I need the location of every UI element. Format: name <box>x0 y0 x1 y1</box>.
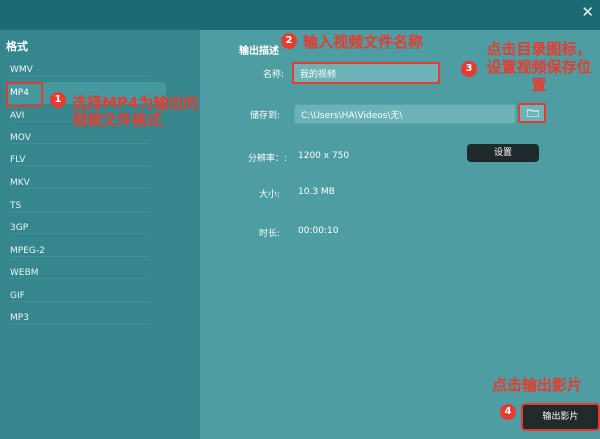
format-item-mpeg2[interactable]: MPEG-2 <box>10 246 150 257</box>
resolution-label: 分辨率：: <box>248 154 288 164</box>
annotation-2-text: 输入视频文件名称 <box>303 33 424 51</box>
close-icon[interactable]: ✕ <box>581 3 594 21</box>
save-path-input[interactable]: C:\Users\HA\Videos\无\ <box>294 104 516 124</box>
folder-icon <box>527 109 539 117</box>
annotation-4-text: 点击输出影片 <box>492 376 583 394</box>
settings-button[interactable]: 设置 <box>467 144 539 162</box>
name-value: 我的视频 <box>300 70 337 80</box>
export-movie-button[interactable]: 输出影片 <box>521 403 600 431</box>
format-item-mkv[interactable]: MKV <box>10 178 150 189</box>
size-value: 10.3 MB <box>298 187 335 197</box>
annotation-2-badge: 2 <box>281 33 297 49</box>
format-item-mp3[interactable]: MP3 <box>10 313 150 324</box>
annotation-1-text: 选择MP4为输出的 视频文件格式 <box>72 94 199 129</box>
resolution-value: 1200 x 750 <box>298 151 350 161</box>
format-item-gif[interactable]: GIF <box>10 291 150 302</box>
format-item-ts[interactable]: TS <box>10 201 150 212</box>
save-path-value: C:\Users\HA\Videos\无\ <box>301 111 403 121</box>
duration-value: 00:00:10 <box>298 226 339 236</box>
size-label: 大小: <box>259 190 281 200</box>
save-label: 储存到: <box>250 111 281 121</box>
folder-browse-button[interactable] <box>518 103 546 123</box>
format-item-wmv[interactable]: WMV <box>10 65 150 76</box>
annotation-3-badge: 3 <box>461 61 477 77</box>
format-item-mov[interactable]: MOV <box>10 133 150 144</box>
annotation-3-text: 点击目录图标， 设置视频保存位 置 <box>486 40 592 94</box>
format-item-flv[interactable]: FLV <box>10 155 150 166</box>
output-section-title: 输出描述 <box>239 46 279 57</box>
annotation-1-badge: 1 <box>50 92 66 108</box>
format-item-3gp[interactable]: 3GP <box>10 223 150 234</box>
name-input[interactable]: 我的视频 <box>292 62 440 84</box>
duration-label: 时长: <box>259 229 281 239</box>
annotation-4-badge: 4 <box>500 404 516 420</box>
format-title: 格式 <box>6 40 28 53</box>
name-label: 名称: <box>263 70 285 80</box>
title-bar: ✕ <box>0 0 600 30</box>
format-item-webm[interactable]: WEBM <box>10 268 150 279</box>
